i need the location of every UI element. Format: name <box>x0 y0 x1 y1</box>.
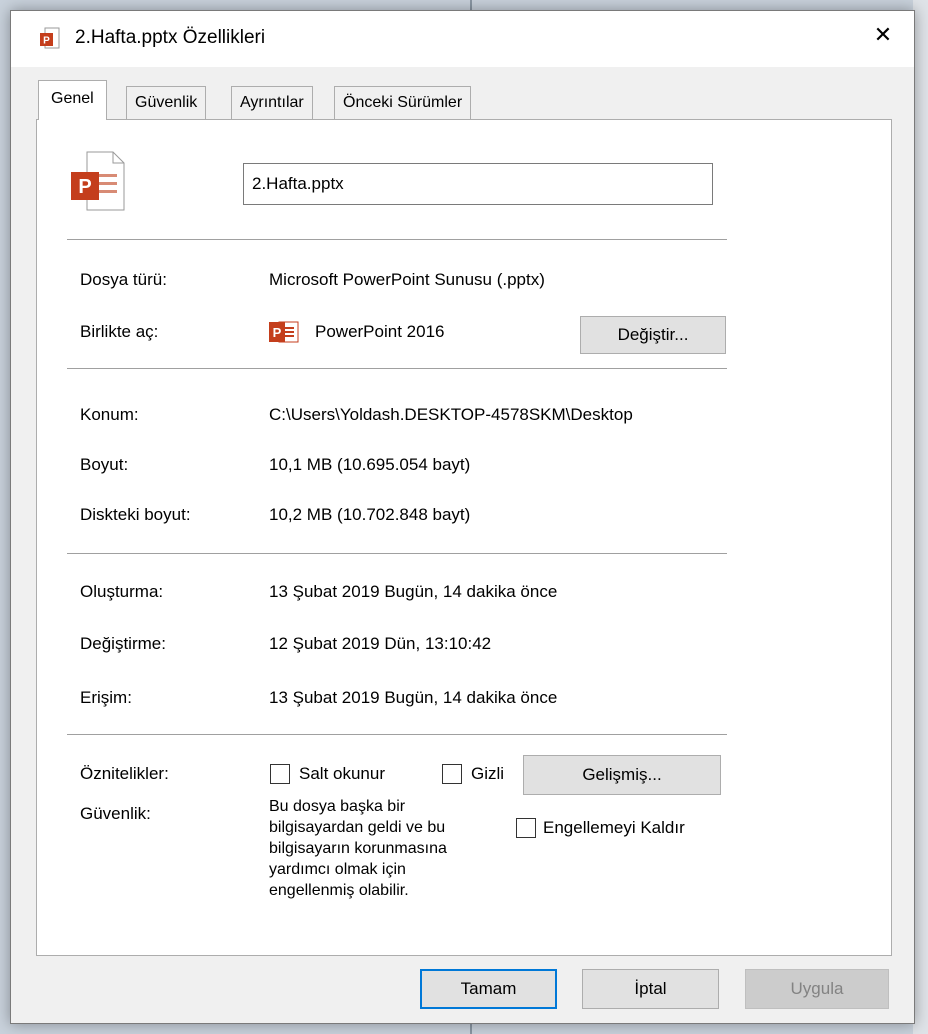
security-message-line: engellenmiş olabilir. <box>269 882 409 899</box>
location-label: Konum: <box>80 405 139 424</box>
window-title: 2.Hafta.pptx Özellikleri <box>75 27 266 48</box>
change-button[interactable]: Değiştir... <box>580 316 726 354</box>
general-panel: P Dosya türü: Microsoft PowerPoint Sunus… <box>36 119 892 956</box>
hidden-checkbox[interactable] <box>442 764 462 784</box>
powerpoint-file-icon: P <box>39 27 61 51</box>
security-label: Güvenlik: <box>80 804 151 823</box>
tab-details[interactable]: Ayrıntılar <box>231 86 313 119</box>
file-type-label: Dosya türü: <box>80 270 167 289</box>
powerpoint-app-icon: P <box>269 321 299 348</box>
size-on-disk-label: Diskteki boyut: <box>80 505 191 524</box>
svg-text:P: P <box>43 36 50 47</box>
security-message-line: bilgisayardan geldi ve bu <box>269 819 446 836</box>
accessed-label: Erişim: <box>80 688 132 707</box>
modified-label: Değiştirme: <box>80 634 166 653</box>
security-message-line: bilgisayarın korunmasına <box>269 840 447 857</box>
security-message: Bu dosya başka bir bilgisayardan geldi v… <box>269 796 509 901</box>
svg-text:P: P <box>78 176 91 198</box>
size-value: 10,1 MB (10.695.054 bayt) <box>269 455 471 474</box>
unblock-checkbox[interactable] <box>516 818 536 838</box>
separator <box>67 734 727 735</box>
close-button[interactable]: ✕ <box>852 11 914 59</box>
unblock-label: Engellemeyi Kaldır <box>543 818 685 837</box>
apply-button[interactable]: Uygula <box>745 969 889 1009</box>
background-desktop-strip <box>913 0 928 1034</box>
powerpoint-document-icon: P <box>69 150 125 217</box>
attributes-label: Öznitelikler: <box>80 764 169 783</box>
tab-security[interactable]: Güvenlik <box>126 86 207 119</box>
security-message-line: yardımcı olmak için <box>269 861 406 878</box>
hidden-label: Gizli <box>471 764 505 783</box>
tab-general[interactable]: Genel <box>38 80 107 120</box>
tab-previous-versions[interactable]: Önceki Sürümler <box>334 86 472 119</box>
size-on-disk-value: 10,2 MB (10.702.848 bayt) <box>269 505 471 524</box>
ok-button[interactable]: Tamam <box>420 969 557 1009</box>
file-type-value: Microsoft PowerPoint Sunusu (.pptx) <box>269 270 545 289</box>
close-icon: ✕ <box>873 22 893 47</box>
opens-with-value: PowerPoint 2016 <box>315 322 445 341</box>
file-name-input[interactable] <box>243 163 713 205</box>
read-only-checkbox[interactable] <box>270 764 290 784</box>
title-bar: P 2.Hafta.pptx Özellikleri ✕ <box>11 11 914 67</box>
separator <box>67 239 727 240</box>
read-only-label: Salt okunur <box>299 764 385 783</box>
size-label: Boyut: <box>80 455 129 474</box>
svg-text:P: P <box>273 325 282 340</box>
cancel-button[interactable]: İptal <box>582 969 719 1009</box>
opens-with-label: Birlikte aç: <box>80 322 159 341</box>
properties-dialog: P 2.Hafta.pptx Özellikleri ✕ Genel Güven… <box>10 10 915 1024</box>
separator <box>67 368 727 369</box>
separator <box>67 553 727 554</box>
security-message-line: Bu dosya başka bir <box>269 798 406 815</box>
created-label: Oluşturma: <box>80 582 164 601</box>
accessed-value: 13 Şubat 2019 Bugün, 14 dakika önce <box>269 688 558 707</box>
location-value: C:\Users\Yoldash.DESKTOP-4578SKM\Desktop <box>269 405 633 424</box>
created-value: 13 Şubat 2019 Bugün, 14 dakika önce <box>269 582 558 601</box>
advanced-button[interactable]: Gelişmiş... <box>523 755 721 795</box>
modified-value: 12 Şubat 2019 Dün, 13:10:42 <box>269 634 492 653</box>
